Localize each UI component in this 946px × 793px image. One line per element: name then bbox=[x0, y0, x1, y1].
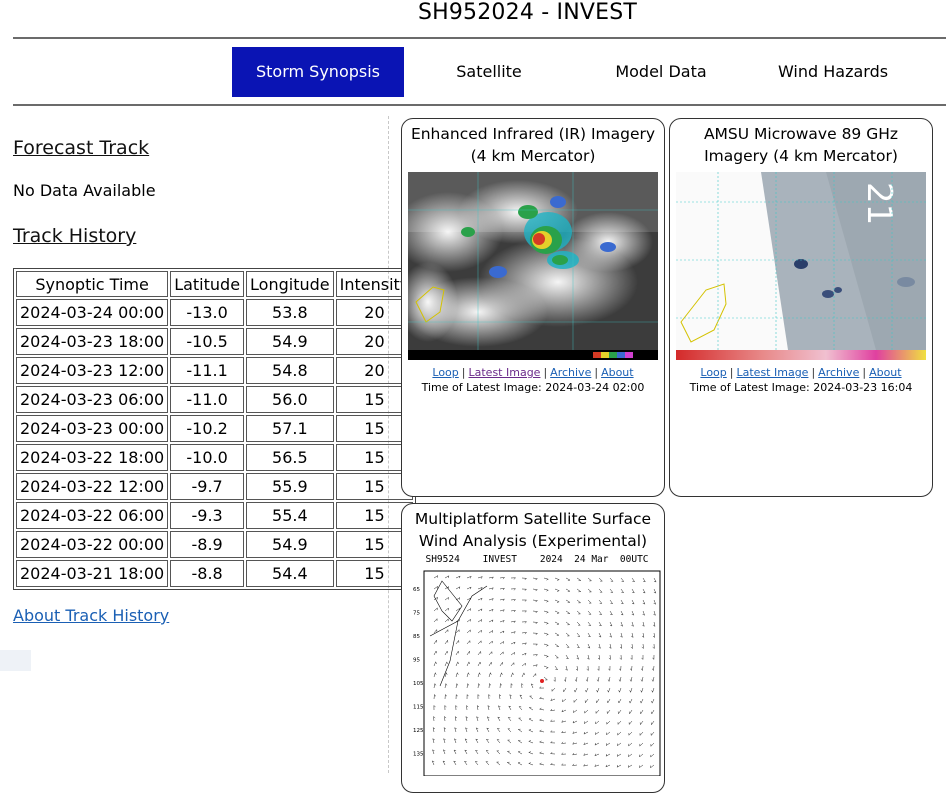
amsu-imagery-card: AMSU Microwave 89 GHz Imagery (4 km Merc… bbox=[669, 118, 933, 497]
wind-y-tick-label: 75 bbox=[413, 611, 420, 617]
cell-longitude: 54.9 bbox=[246, 328, 334, 355]
cell-longitude: 54.9 bbox=[246, 531, 334, 558]
about-track-history-link[interactable]: About Track History bbox=[13, 606, 169, 625]
cell-latitude: -10.0 bbox=[170, 444, 244, 471]
cell-synoptic-time: 2024-03-22 12:00 bbox=[16, 473, 168, 500]
amsu-image-graphic: 21 bbox=[676, 172, 926, 360]
table-header-row: Synoptic TimeLatitudeLongitudeIntensity bbox=[16, 271, 413, 297]
wind-y-tick-label: 65 bbox=[413, 587, 420, 593]
amsu-loop-link[interactable]: Loop bbox=[700, 366, 726, 379]
cell-synoptic-time: 2024-03-24 00:00 bbox=[16, 299, 168, 326]
column-header: Longitude bbox=[246, 271, 334, 297]
cell-latitude: -8.8 bbox=[170, 560, 244, 587]
cell-latitude: -9.3 bbox=[170, 502, 244, 529]
header-divider-bottom bbox=[13, 104, 946, 106]
tab-satellite[interactable]: Satellite bbox=[404, 47, 574, 97]
table-row: 2024-03-23 12:00-11.154.820 bbox=[16, 357, 413, 384]
ir-card-links: Loop|Latest Image|Archive|About bbox=[402, 366, 664, 380]
table-row: 2024-03-22 12:00-9.755.915 bbox=[16, 473, 413, 500]
ir-image-graphic bbox=[408, 172, 658, 360]
tab-storm-synopsis[interactable]: Storm Synopsis bbox=[232, 47, 404, 97]
wind-y-tick-label: 105 bbox=[413, 681, 424, 687]
cell-latitude: -8.9 bbox=[170, 531, 244, 558]
cell-longitude: 56.5 bbox=[246, 444, 334, 471]
svg-text:21: 21 bbox=[859, 182, 899, 225]
tab-wind-hazards[interactable]: Wind Hazards bbox=[747, 47, 919, 97]
column-header: Synoptic Time bbox=[16, 271, 168, 297]
header-divider-top bbox=[13, 37, 946, 39]
amsu-card-title: AMSU Microwave 89 GHz Imagery (4 km Merc… bbox=[670, 123, 932, 167]
ir-about-link[interactable]: About bbox=[601, 366, 634, 379]
cell-latitude: -10.2 bbox=[170, 415, 244, 442]
table-row: 2024-03-23 18:00-10.554.920 bbox=[16, 328, 413, 355]
cell-synoptic-time: 2024-03-22 00:00 bbox=[16, 531, 168, 558]
ir-latest-time: Time of Latest Image: 2024-03-24 02:00 bbox=[402, 381, 664, 394]
wind-y-tick-label: 85 bbox=[413, 634, 420, 640]
cell-synoptic-time: 2024-03-22 18:00 bbox=[16, 444, 168, 471]
amsu-latest-time: Time of Latest Image: 2024-03-23 16:04 bbox=[670, 381, 932, 394]
wind-barb-field: 65 75 85 95 105 115 125 135 bbox=[412, 566, 662, 776]
cell-longitude: 53.8 bbox=[246, 299, 334, 326]
wind-y-tick-label: 115 bbox=[413, 705, 424, 711]
ir-satellite-image[interactable] bbox=[408, 172, 658, 360]
forecast-track-heading: Forecast Track bbox=[13, 137, 149, 159]
ir-card-title: Enhanced Infrared (IR) Imagery (4 km Mer… bbox=[402, 123, 664, 167]
cell-latitude: -9.7 bbox=[170, 473, 244, 500]
column-header: Latitude bbox=[170, 271, 244, 297]
wind-y-tick-label: 135 bbox=[413, 752, 424, 758]
table-row: 2024-03-22 00:00-8.954.915 bbox=[16, 531, 413, 558]
cell-longitude: 54.8 bbox=[246, 357, 334, 384]
wind-image-header: SH9524 INVEST 2024 24 Mar 00UTC bbox=[412, 554, 662, 565]
page-title: SH952024 - INVEST bbox=[0, 0, 946, 26]
amsu-archive-link[interactable]: Archive bbox=[818, 366, 859, 379]
amsu-latest-image-link[interactable]: Latest Image bbox=[737, 366, 809, 379]
wind-card-title: Multiplatform Satellite Surface Wind Ana… bbox=[402, 508, 664, 552]
ir-loop-link[interactable]: Loop bbox=[432, 366, 458, 379]
cell-longitude: 54.4 bbox=[246, 560, 334, 587]
wind-analysis-image[interactable]: SH9524 INVEST 2024 24 Mar 00UTC 65 75 85 95… bbox=[412, 554, 662, 776]
table-row: 2024-03-24 00:00-13.053.820 bbox=[16, 299, 413, 326]
cell-latitude: -11.1 bbox=[170, 357, 244, 384]
cell-synoptic-time: 2024-03-23 18:00 bbox=[16, 328, 168, 355]
cell-synoptic-time: 2024-03-23 06:00 bbox=[16, 386, 168, 413]
wind-analysis-card: Multiplatform Satellite Surface Wind Ana… bbox=[401, 503, 665, 793]
track-history-heading: Track History bbox=[13, 225, 136, 247]
table-row: 2024-03-23 06:00-11.056.015 bbox=[16, 386, 413, 413]
cell-longitude: 55.9 bbox=[246, 473, 334, 500]
wind-y-tick-label: 125 bbox=[413, 728, 424, 734]
table-row: 2024-03-22 06:00-9.355.415 bbox=[16, 502, 413, 529]
scroll-placeholder bbox=[0, 650, 31, 671]
ir-latest-image-link[interactable]: Latest Image bbox=[469, 366, 541, 379]
table-row: 2024-03-21 18:00-8.854.415 bbox=[16, 560, 413, 587]
amsu-card-links: Loop|Latest Image|Archive|About bbox=[670, 366, 932, 380]
cell-synoptic-time: 2024-03-23 00:00 bbox=[16, 415, 168, 442]
table-row: 2024-03-22 18:00-10.056.515 bbox=[16, 444, 413, 471]
cell-synoptic-time: 2024-03-21 18:00 bbox=[16, 560, 168, 587]
cell-synoptic-time: 2024-03-22 06:00 bbox=[16, 502, 168, 529]
cell-longitude: 57.1 bbox=[246, 415, 334, 442]
track-history-table: Synoptic TimeLatitudeLongitudeIntensity … bbox=[13, 268, 416, 590]
amsu-satellite-image[interactable]: 21 bbox=[676, 172, 926, 360]
wind-y-tick-label: 95 bbox=[413, 658, 420, 664]
forecast-track-status: No Data Available bbox=[13, 181, 156, 200]
cell-latitude: -10.5 bbox=[170, 328, 244, 355]
cell-latitude: -11.0 bbox=[170, 386, 244, 413]
ir-imagery-card: Enhanced Infrared (IR) Imagery (4 km Mer… bbox=[401, 118, 665, 497]
cell-longitude: 56.0 bbox=[246, 386, 334, 413]
cell-synoptic-time: 2024-03-23 12:00 bbox=[16, 357, 168, 384]
ir-archive-link[interactable]: Archive bbox=[550, 366, 591, 379]
tab-model-data[interactable]: Model Data bbox=[575, 47, 747, 97]
table-row: 2024-03-23 00:00-10.257.115 bbox=[16, 415, 413, 442]
amsu-about-link[interactable]: About bbox=[869, 366, 902, 379]
cell-latitude: -13.0 bbox=[170, 299, 244, 326]
cell-longitude: 55.4 bbox=[246, 502, 334, 529]
